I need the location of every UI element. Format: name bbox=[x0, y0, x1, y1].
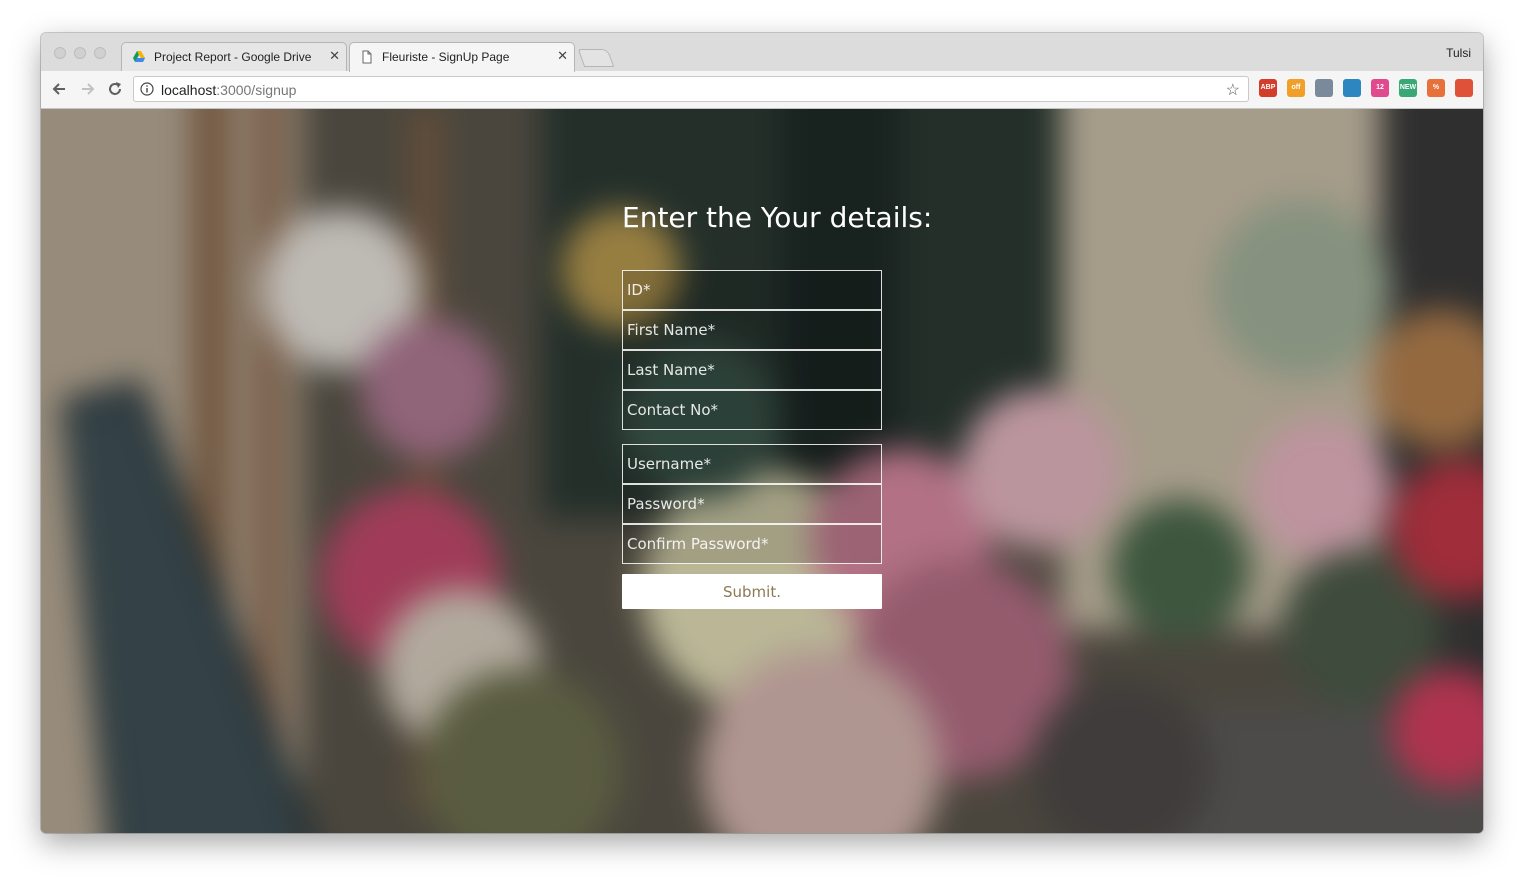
tab-project-report[interactable]: Project Report - Google Drive ✕ bbox=[121, 42, 347, 71]
translate-extension-icon[interactable] bbox=[1343, 79, 1361, 97]
back-arrow-icon[interactable] bbox=[50, 79, 70, 99]
password-field[interactable] bbox=[622, 484, 882, 524]
forward-arrow-icon[interactable] bbox=[77, 79, 97, 99]
page-heading: Enter the Your details: bbox=[622, 201, 933, 234]
page-icon bbox=[362, 50, 372, 64]
tab-title: Fleuriste - SignUp Page bbox=[382, 50, 510, 64]
close-tab-icon[interactable]: ✕ bbox=[329, 49, 340, 63]
close-tab-icon[interactable]: ✕ bbox=[557, 49, 568, 63]
browser-toolbar: localhost:3000/signup ☆ ABP off 12 NEW% bbox=[41, 71, 1483, 109]
browser-window: Project Report - Google Drive ✕ Fleurist… bbox=[41, 33, 1483, 833]
profile-name[interactable]: Tulsi bbox=[1446, 46, 1471, 60]
address-bar[interactable]: localhost:3000/signup ☆ bbox=[133, 76, 1249, 102]
bookmark-star-icon[interactable]: ☆ bbox=[1226, 80, 1240, 100]
tab-strip: Project Report - Google Drive ✕ Fleurist… bbox=[41, 33, 1483, 72]
contact-no-field[interactable] bbox=[622, 390, 882, 430]
calendar-extension-icon[interactable]: 12 bbox=[1371, 79, 1389, 97]
account-info-group bbox=[622, 444, 882, 564]
confirm-password-field[interactable] bbox=[622, 524, 882, 564]
close-window-button[interactable] bbox=[54, 47, 66, 59]
last-name-field[interactable] bbox=[622, 350, 882, 390]
percent-extension-icon[interactable]: % bbox=[1427, 79, 1445, 97]
url-text[interactable]: localhost:3000/signup bbox=[161, 82, 296, 98]
tab-signup-page[interactable]: Fleuriste - SignUp Page ✕ bbox=[349, 42, 575, 72]
new-badge-extension-icon[interactable]: NEW bbox=[1399, 79, 1417, 97]
adblock-plus-icon[interactable]: ABP bbox=[1259, 79, 1277, 97]
username-field[interactable] bbox=[622, 444, 882, 484]
personal-info-group bbox=[622, 270, 882, 430]
url-path: :3000/signup bbox=[216, 82, 297, 98]
google-drive-icon bbox=[133, 51, 145, 62]
puzzle-extension-icon[interactable] bbox=[1315, 79, 1333, 97]
tab-title: Project Report - Google Drive bbox=[154, 50, 312, 64]
url-host: localhost bbox=[161, 82, 217, 98]
page-content: Enter the Your details: Submit. bbox=[41, 109, 1483, 833]
minimize-window-button[interactable] bbox=[74, 47, 86, 59]
new-tab-button[interactable] bbox=[577, 49, 615, 67]
info-icon[interactable] bbox=[140, 82, 154, 96]
submit-button[interactable]: Submit. bbox=[622, 574, 882, 609]
reload-icon[interactable] bbox=[105, 79, 125, 99]
id-field[interactable] bbox=[622, 270, 882, 310]
first-name-field[interactable] bbox=[622, 310, 882, 350]
offers-extension-icon[interactable]: off bbox=[1287, 79, 1305, 97]
maximize-window-button[interactable] bbox=[94, 47, 106, 59]
signup-form: Submit. bbox=[622, 270, 882, 609]
upload-extension-icon[interactable] bbox=[1455, 79, 1473, 97]
